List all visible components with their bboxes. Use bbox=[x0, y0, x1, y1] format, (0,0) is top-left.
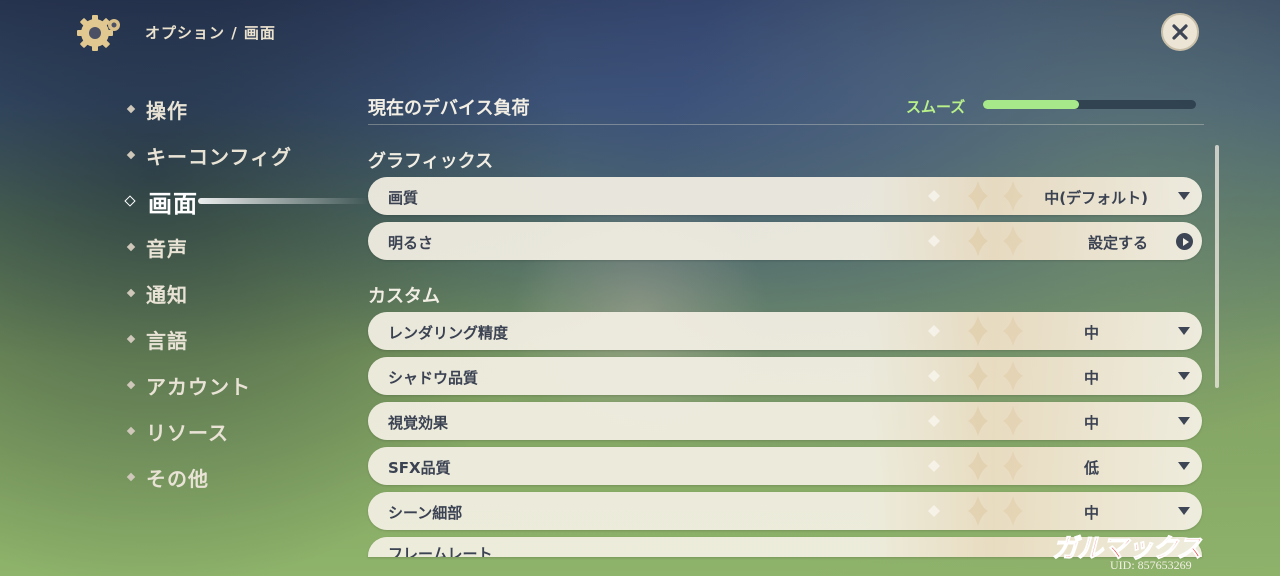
sidebar-item-display[interactable]: 画面 bbox=[120, 178, 368, 224]
arrow-right-circle-icon[interactable] bbox=[1176, 233, 1193, 250]
sidebar-item-resources[interactable]: リソース bbox=[120, 408, 350, 454]
diamond-outline-icon bbox=[124, 195, 136, 207]
sidebar-item-label: 言語 bbox=[146, 328, 188, 353]
sidebar-item-label: リソース bbox=[146, 420, 229, 445]
scene-detail-row[interactable]: シーン細部 中 bbox=[368, 492, 1202, 530]
top-bar: オプション / 画面 bbox=[0, 0, 1280, 64]
dropdown-arrow-icon[interactable] bbox=[1178, 417, 1190, 425]
sparkle-decoration-icon bbox=[928, 406, 1023, 436]
sparkle-decoration-icon bbox=[928, 226, 1023, 256]
sidebar-nav: 操作 キーコンフィグ 画面 音声 通知 言語 アカウント リソース その他 bbox=[120, 86, 368, 500]
sparkle-decoration-icon bbox=[928, 451, 1023, 481]
dropdown-value: 中 bbox=[1084, 369, 1100, 387]
sidebar-item-controls[interactable]: 操作 bbox=[120, 86, 350, 132]
device-load-status: スムーズ bbox=[906, 98, 966, 116]
sidebar-item-label: 操作 bbox=[146, 98, 188, 123]
row-label: 明るさ bbox=[388, 234, 434, 252]
device-load-bar bbox=[983, 100, 1196, 109]
dropdown-arrow-icon[interactable] bbox=[1178, 192, 1190, 200]
sidebar-item-label: 画面 bbox=[148, 189, 198, 218]
sidebar-item-language[interactable]: 言語 bbox=[120, 316, 350, 362]
sparkle-decoration-icon bbox=[928, 181, 1023, 211]
diamond-bullet-icon bbox=[126, 242, 136, 252]
diamond-bullet-icon bbox=[126, 104, 136, 114]
sidebar-item-label: 音声 bbox=[146, 236, 188, 261]
diamond-bullet-icon bbox=[126, 288, 136, 298]
close-icon bbox=[1172, 24, 1188, 40]
sparkle-decoration-icon bbox=[928, 361, 1023, 391]
sidebar-item-notifications[interactable]: 通知 bbox=[120, 270, 350, 316]
sidebar-item-other[interactable]: その他 bbox=[120, 454, 350, 500]
scrollbar[interactable] bbox=[1215, 145, 1219, 388]
row-label: シャドウ品質 bbox=[388, 369, 479, 387]
sidebar-item-audio[interactable]: 音声 bbox=[120, 224, 350, 270]
settings-panel: 現在のデバイス負荷 スムーズ グラフィックス 画質 中(デフォルト) 明るさ 設… bbox=[368, 86, 1204, 564]
sparkle-decoration-icon bbox=[928, 496, 1023, 526]
sidebar-item-label: その他 bbox=[146, 466, 209, 491]
diamond-bullet-icon bbox=[126, 426, 136, 436]
shadow-quality-row[interactable]: シャドウ品質 中 bbox=[368, 357, 1202, 395]
breadcrumb: オプション / 画面 bbox=[145, 24, 276, 42]
device-load-row: 現在のデバイス負荷 スムーズ bbox=[368, 86, 1204, 125]
dropdown-value: 中 bbox=[1084, 324, 1100, 342]
dropdown-value: 低 bbox=[1084, 459, 1100, 477]
row-label: SFX品質 bbox=[388, 459, 451, 477]
section-title-custom: カスタム bbox=[368, 286, 440, 307]
sidebar-item-label: 通知 bbox=[146, 282, 188, 307]
device-load-fill bbox=[983, 100, 1079, 109]
row-label: レンダリング精度 bbox=[388, 324, 509, 342]
brightness-row[interactable]: 明るさ 設定する bbox=[368, 222, 1202, 260]
dropdown-arrow-icon[interactable] bbox=[1178, 327, 1190, 335]
row-label: 画質 bbox=[388, 189, 419, 207]
uid-label: UID: 857653269 bbox=[1110, 558, 1192, 572]
row-action-text: 設定する bbox=[1087, 234, 1148, 252]
dropdown-value: 中 bbox=[1084, 414, 1100, 432]
visual-effects-row[interactable]: 視覚効果 中 bbox=[368, 402, 1202, 440]
graphics-quality-row[interactable]: 画質 中(デフォルト) bbox=[368, 177, 1202, 215]
row-label: フレームレート bbox=[388, 545, 493, 557]
dropdown-arrow-icon[interactable] bbox=[1178, 462, 1190, 470]
diamond-bullet-icon bbox=[126, 150, 136, 160]
diamond-bullet-icon bbox=[126, 380, 136, 390]
active-indicator bbox=[198, 198, 368, 204]
dropdown-arrow-icon[interactable] bbox=[1178, 507, 1190, 515]
dropdown-value: 中 bbox=[1084, 504, 1100, 522]
dropdown-value: 中(デフォルト) bbox=[1044, 189, 1148, 207]
row-label: シーン細部 bbox=[388, 504, 463, 522]
sidebar-item-label: アカウント bbox=[146, 374, 251, 399]
sfx-quality-row[interactable]: SFX品質 低 bbox=[368, 447, 1202, 485]
row-label: 視覚効果 bbox=[388, 414, 449, 432]
gear-icon bbox=[77, 15, 120, 51]
sidebar-item-account[interactable]: アカウント bbox=[120, 362, 350, 408]
diamond-bullet-icon bbox=[126, 334, 136, 344]
sidebar-item-key-config[interactable]: キーコンフィグ bbox=[120, 132, 350, 178]
close-button[interactable] bbox=[1161, 13, 1199, 51]
diamond-bullet-icon bbox=[126, 472, 136, 482]
dropdown-arrow-icon[interactable] bbox=[1178, 372, 1190, 380]
sparkle-decoration-icon bbox=[928, 316, 1023, 346]
section-title-graphics: グラフィックス bbox=[368, 151, 494, 172]
render-resolution-row[interactable]: レンダリング精度 中 bbox=[368, 312, 1202, 350]
sidebar-item-label: キーコンフィグ bbox=[146, 144, 292, 169]
device-load-title: 現在のデバイス負荷 bbox=[368, 98, 530, 119]
